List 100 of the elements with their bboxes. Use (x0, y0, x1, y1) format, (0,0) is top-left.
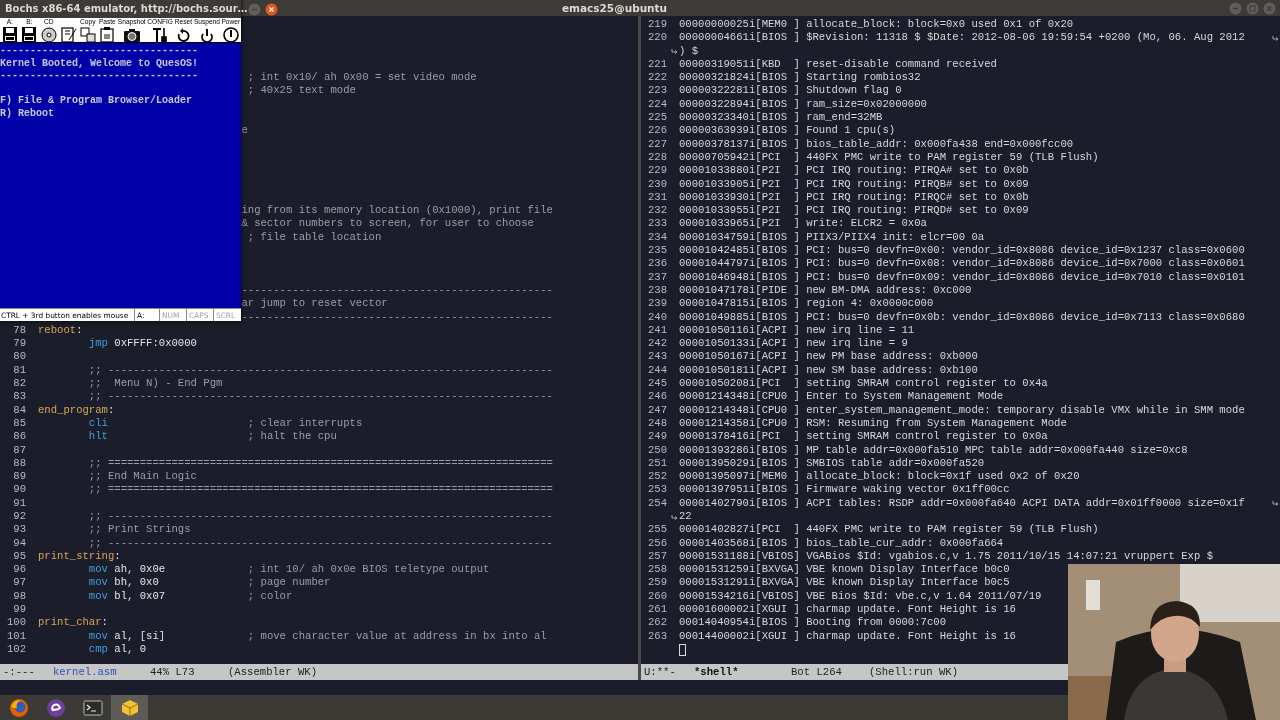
line-number: 224 (646, 97, 668, 112)
screen-text: --------------------------------- (0, 45, 200, 58)
line-number: 80 (12, 350, 27, 364)
cursor-position: 44% L73 (150, 665, 196, 680)
wrap-arrow-icon (670, 512, 678, 521)
line-number: 233 (646, 217, 668, 231)
code-line: ;; ---------------------------------------------------------------------- (87, 510, 553, 524)
line-number: 89 (12, 470, 27, 484)
line-number: 221 (646, 57, 668, 72)
code-line: ;; End Main Logic (87, 470, 197, 484)
wrap-arrow-icon (1272, 33, 1279, 42)
log-line: 00001214358i[CPU0 ] RSM: Resuming from System Management Mode (679, 416, 1068, 431)
cursor-position: Bot L264 (791, 665, 843, 680)
line-number: 86 (12, 430, 27, 444)
line-number: 226 (646, 124, 668, 138)
code-line: ; file table location (247, 230, 382, 245)
log-line: 00000363939i[BIOS ] Found 1 cpu(s) (679, 124, 897, 138)
log-line: 00000321824i[BIOS ] Starting rombios32 (679, 71, 922, 85)
log-line: 00001393286i[BIOS ] MP table addr=0x000fa510 MPC table addr=0x000fa440 size=0xc8 (679, 443, 1189, 457)
log-line: 00001534216i[VBIOS] VBE Bios $Id: vbe.c,v 1.64 2011/07/19 (679, 589, 1043, 604)
code-line: cmp al, 0 (87, 642, 147, 657)
line-number: 239 (646, 297, 668, 311)
log-line: 00001050181i[ACPI ] new SM base address: 0xb100 (679, 363, 979, 377)
code-line: cli ; clear interrupts (87, 416, 363, 431)
code-line: hlt ; halt the cpu (87, 430, 337, 444)
close-button[interactable] (264, 2, 278, 16)
line-number: 241 (646, 323, 668, 338)
log-line: 00001047178i[PIDE ] new BM-DMA address: 0xc000 (679, 283, 973, 298)
line-number: 240 (646, 310, 668, 324)
log-line: 00001049885i[BIOS ] PCI: bus=0 devfn=0x0b: vendor_id=0x8086 device_id=0x7113 class=0x0680 (679, 310, 1246, 324)
code-line: print_char: (38, 616, 108, 630)
log-line: 00000319051i[KBD ] reset-disable command received (679, 57, 998, 72)
log-line: 00001047815i[BIOS ] region 4: 0x0000c000 (679, 297, 935, 311)
line-number: 260 (646, 589, 668, 604)
line-number: 88 (12, 456, 27, 471)
line-number: 219 (646, 18, 668, 32)
code-line: ;; Menu N) - End Pgm (87, 377, 223, 391)
log-line: 00000004661i[BIOS ] $Revision: 11318 $ $Date: 2012-08-06 19:59:54 +0200 (Mo, 06. Aug 2012 (679, 31, 1246, 45)
code-line: ;; ---------------------------------------------------------------------- (87, 390, 553, 404)
log-line: 00001042485i[BIOS ] PCI: bus=0 devfn=0x00: vendor_id=0x8086 device_id=0x1237 class=0x0600 (679, 244, 1246, 258)
log-line: 00000378137i[BIOS ] bios_table_addr: 0x000fa438 end=0x000fcc00 (679, 137, 1075, 151)
line-number: 82 (12, 377, 27, 391)
line-number: 83 (12, 390, 27, 404)
log-line: 22 (679, 510, 692, 524)
buffer-name[interactable]: kernel.asm (53, 664, 150, 680)
log-line: 00014400002i[XGUI ] charmap update. Font Height is 16 (679, 629, 1017, 643)
browser-icon (7, 696, 30, 719)
log-line: 00001046948i[BIOS ] PCI: bus=0 devfn=0x09: vendor_id=0x8086 device_id=0x7010 class=0x0101 (679, 270, 1246, 284)
log-line: 00001395097i[MEM0 ] allocate_block: block=0x1f used 0x2 of 0x20 (679, 470, 1081, 484)
screen-text: Kernel Booted, Welcome to QuesOS! (0, 57, 200, 70)
code-line: mov al, [si] ; move character value at address in bx into al (87, 629, 547, 643)
editor-icon (44, 696, 67, 719)
close-icon (264, 2, 278, 16)
log-line: 00001402790i[BIOS ] ACPI tables: RSDP addr=0x000fa640 ACPI DATA addr=0x01ff0000 size=0x1f (679, 496, 1246, 510)
line-number: 236 (646, 257, 668, 271)
line-number: 97 (12, 576, 27, 590)
buffer-name[interactable]: *shell* (694, 664, 791, 680)
line-number: 227 (646, 137, 668, 151)
code-line: ;; ---------------------------------------------------------------------- (87, 536, 553, 550)
line-number: 223 (646, 84, 668, 98)
line-number: 232 (646, 204, 668, 218)
code-line: e (241, 124, 248, 138)
line-number: 256 (646, 536, 668, 550)
major-mode: (Shell:run WK) (869, 665, 958, 680)
screen-text: --------------------------------- (0, 70, 200, 83)
code-line: jmp 0xFFFF:0x0000 (87, 337, 197, 351)
line-number: 79 (12, 337, 27, 351)
log-line: 00001214348i[CPU0 ] Enter to System Management Mode (679, 390, 1005, 404)
line-number: 99 (12, 603, 27, 617)
line-number: 246 (646, 390, 668, 404)
code-line: mov bh, 0x0 ; page number (87, 576, 331, 590)
code-line: ;; ====================================================================== (87, 483, 553, 497)
line-number: 225 (646, 111, 668, 125)
line-number: 94 (12, 536, 27, 550)
line-number: 220 (646, 31, 668, 45)
code-line: ar jump to reset vector (241, 297, 388, 311)
code-line: reboot: (38, 323, 83, 338)
log-line: 00001033905i[P2I ] PCI IRQ routing: PIRQB# set to 0x09 (679, 177, 1030, 191)
line-number: 237 (646, 270, 668, 284)
log-line: 00001402827i[PCI ] 440FX PMC write to PAM register 59 (TLB Flush) (679, 523, 1100, 537)
log-line: 00001531291i[BXVGA] VBE known Display Interface b0c5 (679, 576, 1011, 590)
line-number: 228 (646, 150, 668, 165)
log-line: 00001033955i[P2I ] PCI IRQ routing: PIRQD# set to 0x09 (679, 204, 1030, 218)
line-number: 248 (646, 416, 668, 431)
line-number: 253 (646, 483, 668, 497)
log-line: 00000000025i[MEM0 ] allocate_block: block=0x0 used 0x1 of 0x20 (679, 18, 1075, 32)
line-number: 81 (12, 363, 27, 377)
line-number: 258 (646, 563, 668, 577)
line-number: 102 (5, 642, 27, 657)
log-line: 00001403568i[BIOS ] bios_table_cur_addr: 0x000fa664 (679, 536, 1005, 550)
line-number: 254 (646, 496, 668, 510)
log-line: 00001600002i[XGUI ] charmap update. Font Height is 16 (679, 603, 1017, 617)
code-line: ------------------------------------------------- (241, 310, 553, 324)
log-line: 00000322894i[BIOS ] ram_size=0x02000000 (679, 97, 928, 112)
log-line: 00001050208i[PCI ] setting SMRAM control register to 0x4a (679, 377, 1049, 391)
log-line: 00001050133i[ACPI ] new irq line = 9 (679, 337, 909, 351)
code-line: ;; ====================================================================== (87, 456, 553, 471)
code-line: mov ah, 0x0e ; int 10/ ah 0x0e BIOS teletype output (87, 563, 490, 577)
log-line: ) $ (679, 44, 699, 58)
line-number: 242 (646, 337, 668, 351)
